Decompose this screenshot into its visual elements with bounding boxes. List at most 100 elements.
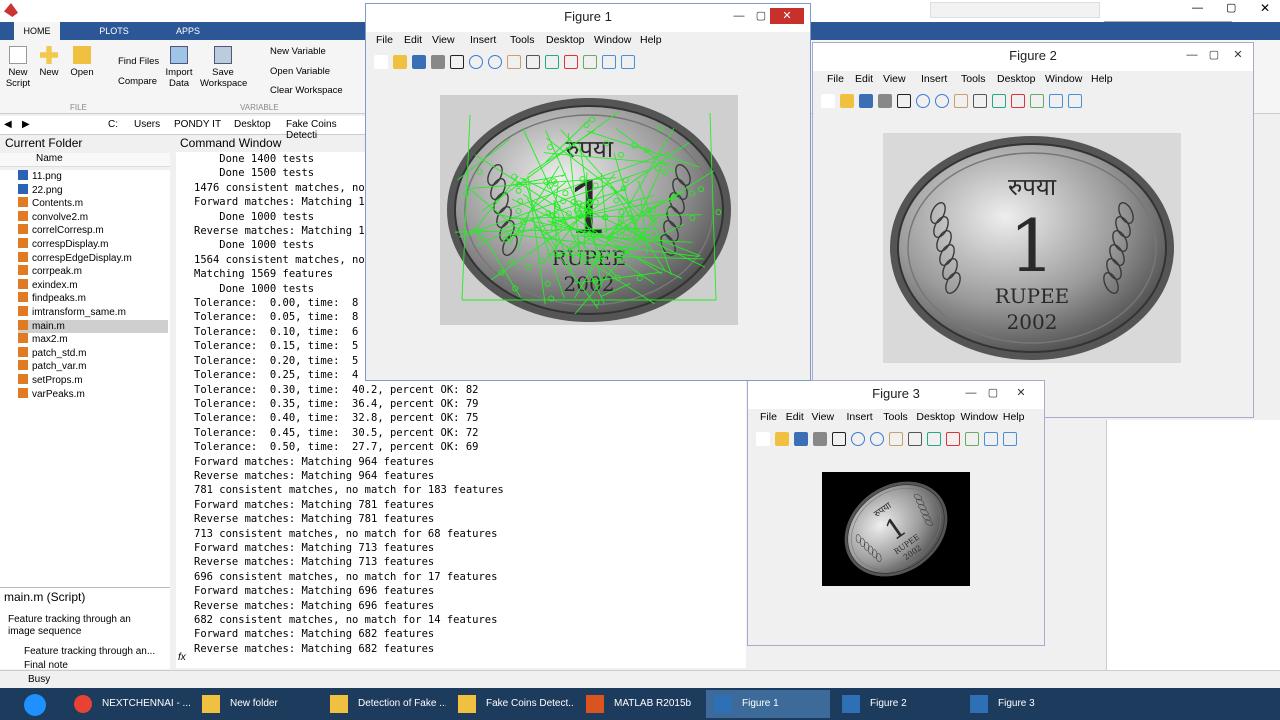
forward-icon[interactable]: ▶	[22, 119, 30, 130]
restore-button[interactable]: ▢	[1226, 1, 1236, 14]
zoom-in-icon[interactable]	[851, 432, 865, 446]
back-icon[interactable]: ◀	[4, 119, 12, 130]
menu-window[interactable]: Window	[1045, 73, 1082, 85]
menu-tools[interactable]: Tools	[510, 34, 535, 46]
details-item-2[interactable]: Final note	[24, 660, 68, 669]
link-icon[interactable]	[583, 55, 597, 69]
figure-1-minimize-button[interactable]: —	[728, 8, 750, 24]
file-item[interactable]: correlCorresp.m	[18, 224, 168, 238]
colorbar-icon[interactable]	[602, 55, 616, 69]
file-item[interactable]: varPeaks.m	[18, 387, 168, 402]
data-cursor-icon[interactable]	[545, 55, 559, 69]
close-button[interactable]: ✕	[1260, 1, 1270, 15]
compare-button[interactable]: Compare	[102, 76, 162, 87]
menu-help[interactable]: Help	[640, 34, 662, 46]
file-item[interactable]: max2.m	[18, 333, 168, 347]
menu-file[interactable]: File	[376, 34, 393, 46]
data-cursor-icon[interactable]	[927, 432, 941, 446]
menu-tools[interactable]: Tools	[961, 73, 986, 85]
menu-edit[interactable]: Edit	[786, 411, 804, 423]
rotate-icon[interactable]	[908, 432, 922, 446]
zoom-out-icon[interactable]	[935, 94, 949, 108]
figure-2-window[interactable]: Figure 2 — ▢ ✕ File Edit View Insert Tools De…	[812, 42, 1254, 418]
save-icon[interactable]	[794, 432, 808, 446]
file-item[interactable]: imtransform_same.m	[18, 306, 168, 320]
figure-2-maximize-button[interactable]: ▢	[1203, 47, 1225, 63]
quick-access-toolbar[interactable]	[930, 2, 1100, 18]
find-files-button[interactable]: Find Files	[102, 56, 162, 67]
details-item-1[interactable]: Feature tracking through an...	[24, 646, 155, 657]
zoom-in-icon[interactable]	[916, 94, 930, 108]
print-icon[interactable]	[431, 55, 445, 69]
new-figure-icon[interactable]	[756, 432, 770, 446]
taskbar-item[interactable]: Figure 2	[834, 690, 958, 718]
open-variable-button[interactable]: Open Variable	[254, 66, 354, 77]
rotate-icon[interactable]	[973, 94, 987, 108]
address-part-user[interactable]: PONDY IT	[174, 119, 221, 130]
menu-window[interactable]: Window	[594, 34, 631, 46]
pan-icon[interactable]	[507, 55, 521, 69]
address-bar[interactable]: ◀ ▶ C: Users PONDY IT Desktop Fake Coins…	[0, 116, 365, 141]
menu-help[interactable]: Help	[1091, 73, 1113, 85]
brush-icon[interactable]	[1011, 94, 1025, 108]
file-item[interactable]: 22.png	[18, 183, 168, 198]
menu-help[interactable]: Help	[1003, 411, 1025, 423]
taskbar-item[interactable]: Detection of Fake ...	[322, 690, 446, 718]
address-part-desktop[interactable]: Desktop	[234, 119, 271, 130]
figure-3-close-button[interactable]: ✕	[1010, 385, 1032, 401]
zoom-out-icon[interactable]	[488, 55, 502, 69]
data-cursor-icon[interactable]	[992, 94, 1006, 108]
menu-tools[interactable]: Tools	[883, 411, 908, 423]
open-file-icon[interactable]	[840, 94, 854, 108]
ie-icon[interactable]	[24, 694, 46, 716]
select-arrow-icon[interactable]	[450, 55, 464, 69]
file-item[interactable]: patch_var.m	[18, 360, 168, 374]
open-file-icon[interactable]	[775, 432, 789, 446]
current-folder-column-header[interactable]: Name	[0, 153, 170, 167]
menu-edit[interactable]: Edit	[855, 73, 873, 85]
figure-3-window[interactable]: Figure 3 — ▢ ✕ File Edit View Insert Tools De…	[747, 380, 1045, 646]
file-item[interactable]: patch_std.m	[18, 346, 168, 361]
taskbar-item[interactable]: New folder	[194, 690, 318, 718]
figure-3-minimize-button[interactable]: —	[960, 385, 982, 401]
clear-workspace-button[interactable]: Clear Workspace	[254, 85, 360, 96]
menu-view[interactable]: View	[883, 73, 906, 85]
menu-file[interactable]: File	[760, 411, 777, 423]
new-figure-icon[interactable]	[821, 94, 835, 108]
menu-desktop[interactable]: Desktop	[916, 411, 955, 423]
taskbar-item[interactable]: NEXTCHENNAI - ...	[66, 690, 190, 718]
tab-plots[interactable]: PLOTS	[92, 22, 136, 40]
file-item[interactable]: Contents.m	[18, 197, 168, 211]
zoom-in-icon[interactable]	[469, 55, 483, 69]
taskbar-item[interactable]: Figure 1	[706, 690, 830, 718]
pan-icon[interactable]	[954, 94, 968, 108]
open-file-icon[interactable]	[393, 55, 407, 69]
command-prompt[interactable]: fx	[178, 652, 186, 663]
select-arrow-icon[interactable]	[897, 94, 911, 108]
colorbar-icon[interactable]	[1049, 94, 1063, 108]
tab-home[interactable]: HOME	[14, 22, 60, 40]
menu-window[interactable]: Window	[961, 411, 998, 423]
save-icon[interactable]	[859, 94, 873, 108]
file-item[interactable]: setProps.m	[18, 374, 168, 388]
file-item[interactable]: exindex.m	[18, 278, 168, 293]
figure-2-close-button[interactable]: ✕	[1227, 47, 1249, 63]
select-arrow-icon[interactable]	[832, 432, 846, 446]
save-icon[interactable]	[412, 55, 426, 69]
brush-icon[interactable]	[946, 432, 960, 446]
menu-desktop[interactable]: Desktop	[546, 34, 585, 46]
menu-file[interactable]: File	[827, 73, 844, 85]
link-icon[interactable]	[1030, 94, 1044, 108]
figure-1-maximize-button[interactable]: ▢	[750, 8, 772, 24]
address-part-drive[interactable]: C:	[108, 119, 118, 130]
zoom-out-icon[interactable]	[870, 432, 884, 446]
print-icon[interactable]	[813, 432, 827, 446]
taskbar-item[interactable]: Fake Coins Detect...	[450, 690, 574, 718]
figure-1-window[interactable]: Figure 1 — ▢ ✕ File Edit View Insert Tools De…	[365, 3, 811, 381]
new-figure-icon[interactable]	[374, 55, 388, 69]
address-part-users[interactable]: Users	[134, 119, 160, 130]
figure-3-maximize-button[interactable]: ▢	[982, 385, 1004, 401]
file-item[interactable]: correspDisplay.m	[18, 238, 168, 252]
colorbar-icon[interactable]	[984, 432, 998, 446]
menu-desktop[interactable]: Desktop	[997, 73, 1036, 85]
